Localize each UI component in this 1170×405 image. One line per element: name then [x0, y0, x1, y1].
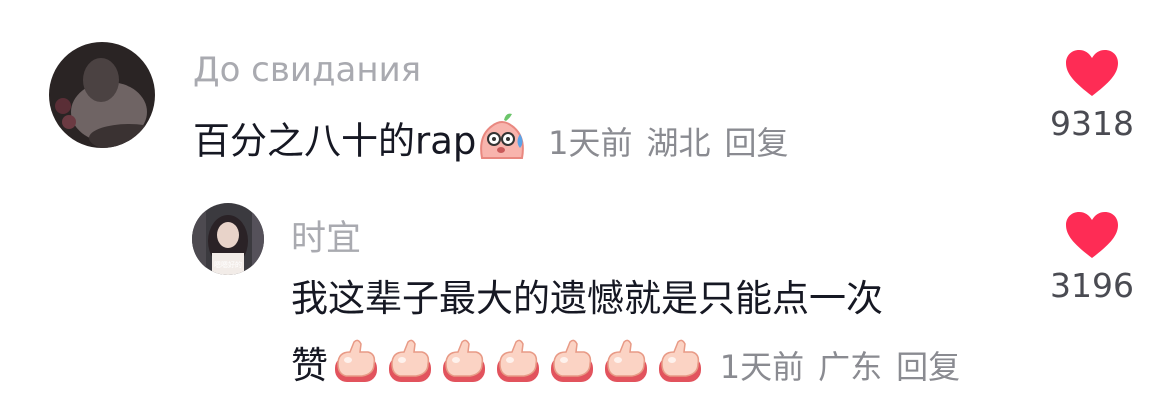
comment-location: 湖北	[646, 123, 711, 162]
reply-text-line1: 我这辈子最大的遗憾就是只能点一次	[291, 277, 883, 320]
reply-like-count: 3196	[1050, 266, 1134, 305]
reply-text-line2: 赞	[291, 344, 328, 387]
reply-avatar[interactable]: 嗯嗯好的	[192, 203, 264, 275]
comment-time: 1天前	[548, 123, 633, 162]
reply-username[interactable]: 时宜	[291, 210, 361, 261]
heart-icon	[1066, 212, 1118, 258]
avatar-caption: 嗯嗯好的	[214, 260, 242, 269]
thumbs-up-emoji-icon	[602, 338, 650, 397]
heart-icon	[1066, 50, 1118, 96]
thumbs-up-emoji-icon	[386, 338, 434, 397]
reply-like-button[interactable]: 3196	[1047, 212, 1137, 305]
thumbs-up-emoji-icon	[656, 338, 704, 397]
comment-username[interactable]: До свидания	[193, 50, 421, 90]
like-button[interactable]: 9318	[1047, 50, 1137, 143]
avatar[interactable]	[49, 42, 155, 148]
comment-meta: 1天前 湖北 回复	[548, 124, 802, 162]
reply-button[interactable]: 回复	[896, 348, 960, 386]
thumbs-up-emoji-row	[328, 339, 704, 387]
comment-text: 百分之八十的rap	[193, 119, 477, 163]
comment-text-line: 百分之八十的rap 1天前 湖北 回复	[193, 112, 803, 174]
thumbs-up-emoji-icon	[440, 338, 488, 397]
reply-button[interactable]: 回复	[725, 124, 789, 162]
thumbs-up-emoji-icon	[548, 338, 596, 397]
sweat-face-emoji-icon	[476, 112, 528, 174]
like-count: 9318	[1050, 104, 1134, 143]
thumbs-up-emoji-icon	[332, 338, 380, 397]
reply-text-line2-row: 赞 1天前 广东 回复	[291, 338, 974, 397]
reply-meta: 1天前 广东 回复	[720, 348, 974, 386]
reply-location: 广东	[818, 348, 883, 386]
reply-time: 1天前	[719, 348, 805, 386]
thumbs-up-emoji-icon	[494, 338, 542, 397]
